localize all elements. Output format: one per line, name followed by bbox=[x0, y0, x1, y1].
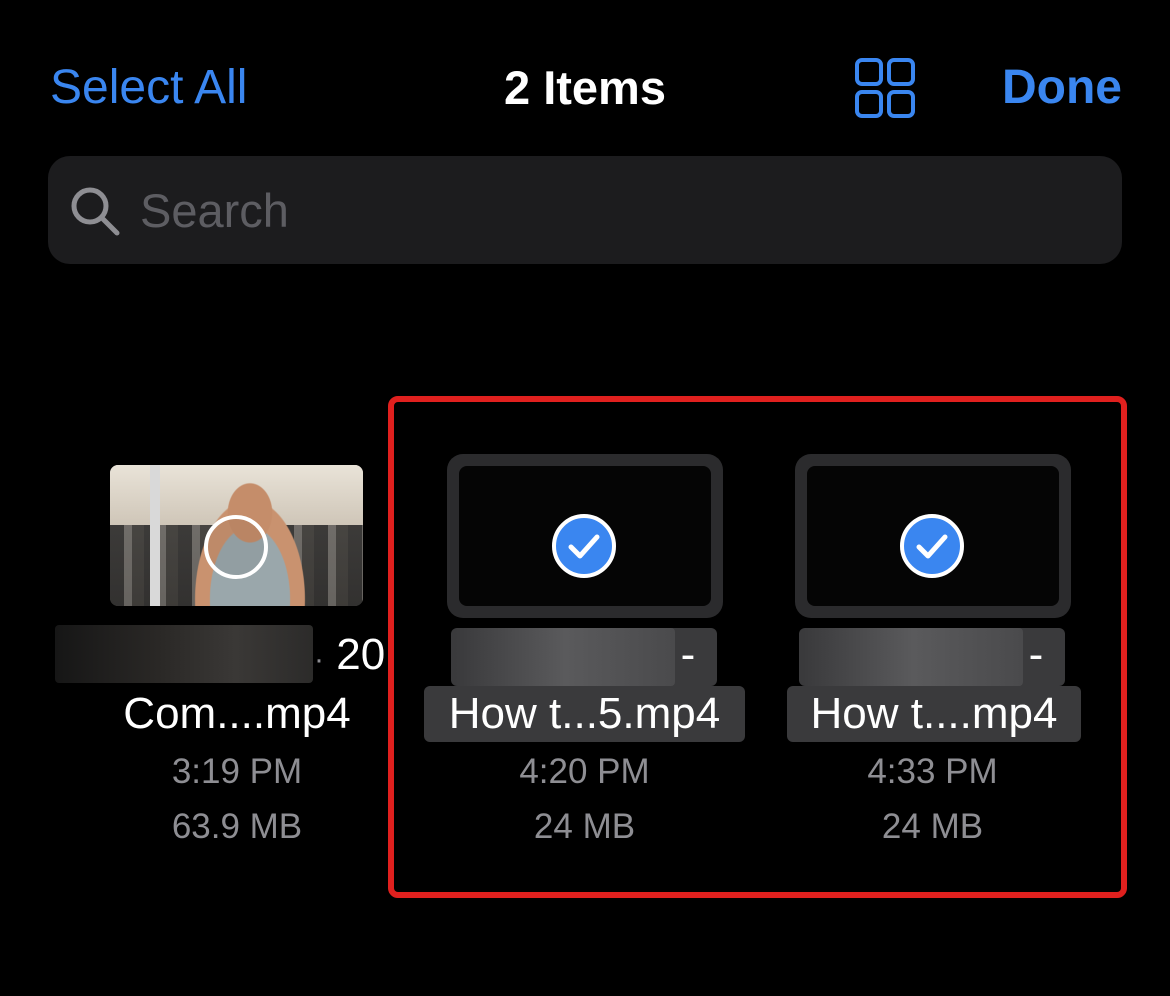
redacted-name bbox=[803, 628, 1023, 686]
file-name-line: 20 bbox=[336, 630, 386, 679]
search-icon bbox=[68, 184, 122, 238]
file-name-line: - bbox=[1028, 630, 1044, 679]
file-name-line: - bbox=[680, 630, 696, 679]
file-size: 24 MB bbox=[881, 807, 984, 846]
search-bar[interactable] bbox=[48, 156, 1122, 264]
file-name: How t...5.mp4 bbox=[448, 689, 721, 738]
file-time: 3:19 PM bbox=[171, 752, 303, 791]
file-size: 63.9 MB bbox=[171, 807, 303, 846]
redacted-name bbox=[455, 628, 675, 686]
done-button[interactable]: Done bbox=[1002, 58, 1122, 118]
file-picker-screen: Select All 2 Items Done Search · 20 Com.… bbox=[0, 0, 1170, 996]
redacted-name bbox=[55, 625, 313, 683]
page-title: 2 Items bbox=[504, 61, 666, 114]
checkmark-icon[interactable] bbox=[552, 514, 616, 578]
file-size: 24 MB bbox=[533, 807, 636, 846]
file-name: Com....mp4 bbox=[123, 689, 351, 738]
checkmark-icon[interactable] bbox=[900, 514, 964, 578]
select-all-button[interactable]: Select All bbox=[50, 58, 247, 118]
grid-icon[interactable] bbox=[854, 57, 916, 119]
file-name: How t....mp4 bbox=[810, 689, 1058, 738]
search-input[interactable] bbox=[140, 180, 1040, 240]
file-time: 4:20 PM bbox=[519, 752, 650, 791]
file-time: 4:33 PM bbox=[867, 752, 998, 791]
selection-circle-icon[interactable] bbox=[204, 515, 268, 579]
